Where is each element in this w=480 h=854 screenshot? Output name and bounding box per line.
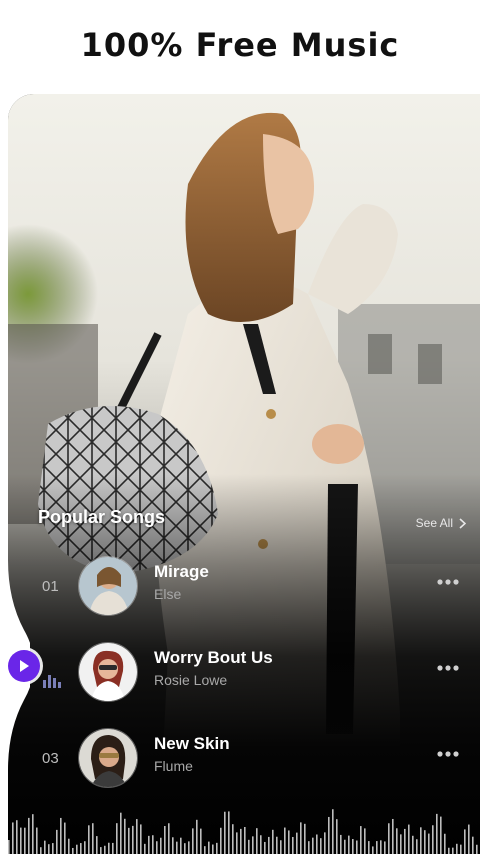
play-icon	[20, 660, 29, 672]
album-cover	[78, 642, 138, 702]
song-artist: Rosie Lowe	[154, 672, 228, 688]
more-dots-icon[interactable]	[436, 576, 460, 588]
see-all-link[interactable]: See All	[416, 516, 466, 530]
song-row[interactable]: 03 New Skin Flume	[8, 724, 480, 794]
equalizer-icon	[43, 675, 61, 688]
headline: 100% Free Music	[80, 26, 400, 64]
chevron-right-icon	[459, 517, 466, 529]
song-title: New Skin	[154, 734, 230, 753]
album-cover	[78, 556, 138, 616]
more-dots-icon[interactable]	[436, 748, 460, 760]
see-all-label: See All	[415, 516, 453, 530]
audio-waveform	[8, 809, 478, 854]
song-row-playing[interactable]: Worry Bout Us Rosie Lowe	[8, 638, 480, 708]
album-cover	[78, 728, 138, 788]
track-number: 01	[42, 578, 59, 595]
more-dots-icon[interactable]	[436, 662, 460, 674]
popular-songs-card: Popular Songs See All 01 Mirage Else Wor…	[8, 94, 480, 854]
song-artist: Else	[154, 586, 182, 602]
section-title: Popular Songs	[38, 507, 166, 527]
play-button[interactable]	[8, 650, 40, 682]
track-number: 03	[42, 750, 59, 767]
song-row[interactable]: 01 Mirage Else	[8, 552, 480, 622]
song-title: Worry Bout Us	[154, 648, 273, 667]
song-title: Mirage	[154, 562, 209, 581]
song-artist: Flume	[154, 758, 193, 774]
